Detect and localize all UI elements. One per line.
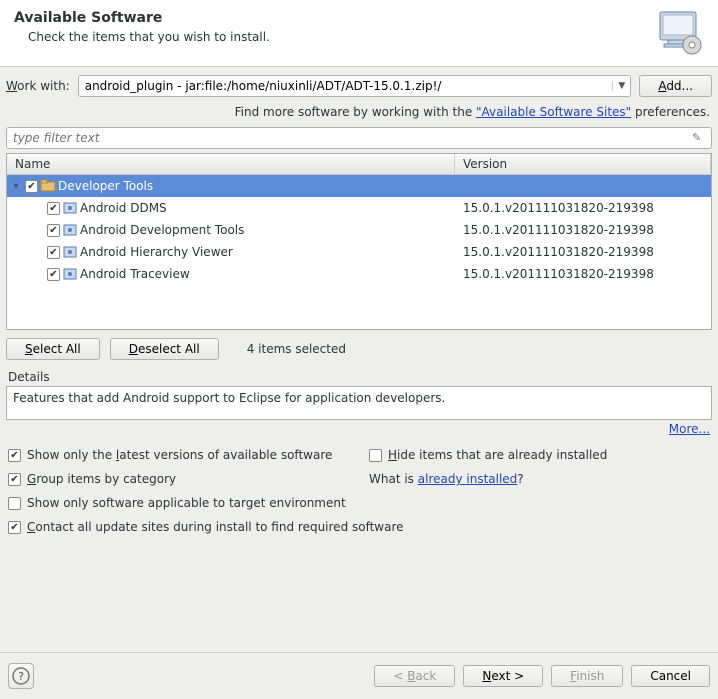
item-version: 15.0.1.v201111031820-219398	[455, 245, 711, 259]
site-hint: Find more software by working with the "…	[6, 101, 712, 127]
available-sites-link[interactable]: "Available Software Sites"	[476, 105, 631, 119]
tree-item-row[interactable]: ✔ Android Hierarchy Viewer 15.0.1.v20111…	[7, 241, 711, 263]
contact-checkbox[interactable]: ✔	[8, 521, 21, 534]
tree-item-row[interactable]: ✔ Android DDMS 15.0.1.v201111031820-2193…	[7, 197, 711, 219]
clear-filter-icon[interactable]: ✎	[692, 131, 706, 145]
item-checkbox[interactable]: ✔	[47, 202, 60, 215]
column-name[interactable]: Name	[7, 154, 455, 174]
chevron-down-icon[interactable]: ▼	[612, 81, 630, 91]
item-version: 15.0.1.v201111031820-219398	[455, 201, 711, 215]
item-version: 15.0.1.v201111031820-219398	[455, 223, 711, 237]
expand-toggle-icon[interactable]: ▾	[9, 181, 23, 192]
help-icon: ?	[12, 667, 30, 685]
software-tree: Name Version ▾ ✔ Developer Tools ✔ Andro…	[6, 153, 712, 330]
item-label: Android Development Tools	[80, 223, 244, 237]
deselect-all-button[interactable]: Deselect All	[110, 338, 219, 360]
group-label: Developer Tools	[58, 179, 153, 193]
tree-item-row[interactable]: ✔ Android Traceview 15.0.1.v201111031820…	[7, 263, 711, 285]
hide-checkbox[interactable]	[369, 449, 382, 462]
item-version: 15.0.1.v201111031820-219398	[455, 267, 711, 281]
item-label: Android DDMS	[80, 201, 167, 215]
group-checkbox-opt[interactable]: ✔	[8, 473, 21, 486]
tree-item-row[interactable]: ✔ Android Development Tools 15.0.1.v2011…	[7, 219, 711, 241]
more-link[interactable]: More...	[669, 422, 710, 436]
tree-group-row[interactable]: ▾ ✔ Developer Tools	[7, 175, 711, 197]
work-with-input[interactable]	[79, 77, 613, 95]
help-button[interactable]: ?	[8, 663, 34, 689]
feature-icon	[62, 222, 78, 238]
whatis-label: What is already installed?	[369, 472, 524, 486]
feature-icon	[62, 244, 78, 260]
back-button[interactable]: < Back	[374, 665, 455, 687]
finish-button[interactable]: Finish	[551, 665, 623, 687]
details-label: Details	[6, 366, 712, 386]
hide-label: Hide items that are already installed	[388, 448, 607, 462]
install-wizard-icon	[654, 10, 704, 56]
feature-icon	[62, 266, 78, 282]
work-with-label: Work with:	[6, 79, 70, 93]
svg-text:?: ?	[18, 670, 24, 683]
item-label: Android Hierarchy Viewer	[80, 245, 233, 259]
details-text: Features that add Android support to Ecl…	[6, 386, 712, 420]
feature-icon	[62, 200, 78, 216]
contact-label: Contact all update sites during install …	[27, 520, 404, 534]
item-checkbox[interactable]: ✔	[47, 224, 60, 237]
filter-input[interactable]	[6, 127, 712, 149]
category-icon	[40, 178, 56, 194]
item-label: Android Traceview	[80, 267, 190, 281]
group-checkbox[interactable]: ✔	[25, 180, 38, 193]
column-version[interactable]: Version	[455, 154, 711, 174]
next-button[interactable]: Next >	[463, 665, 543, 687]
latest-checkbox[interactable]: ✔	[8, 449, 21, 462]
select-all-button[interactable]: Select All	[6, 338, 100, 360]
page-title: Available Software	[14, 10, 654, 26]
add-button[interactable]: Add...	[639, 75, 712, 97]
item-checkbox[interactable]: ✔	[47, 268, 60, 281]
page-subtitle: Check the items that you wish to install…	[28, 30, 654, 44]
dialog-header: Available Software Check the items that …	[0, 0, 718, 67]
cancel-button[interactable]: Cancel	[631, 665, 710, 687]
latest-label: Show only the latest versions of availab…	[27, 448, 332, 462]
selection-count: 4 items selected	[247, 342, 346, 356]
already-installed-link[interactable]: already installed	[418, 472, 518, 486]
item-checkbox[interactable]: ✔	[47, 246, 60, 259]
group-label-opt: Group items by category	[27, 472, 176, 486]
target-checkbox[interactable]	[8, 497, 21, 510]
target-label: Show only software applicable to target …	[27, 496, 346, 510]
work-with-combo[interactable]: ▼	[78, 75, 632, 97]
